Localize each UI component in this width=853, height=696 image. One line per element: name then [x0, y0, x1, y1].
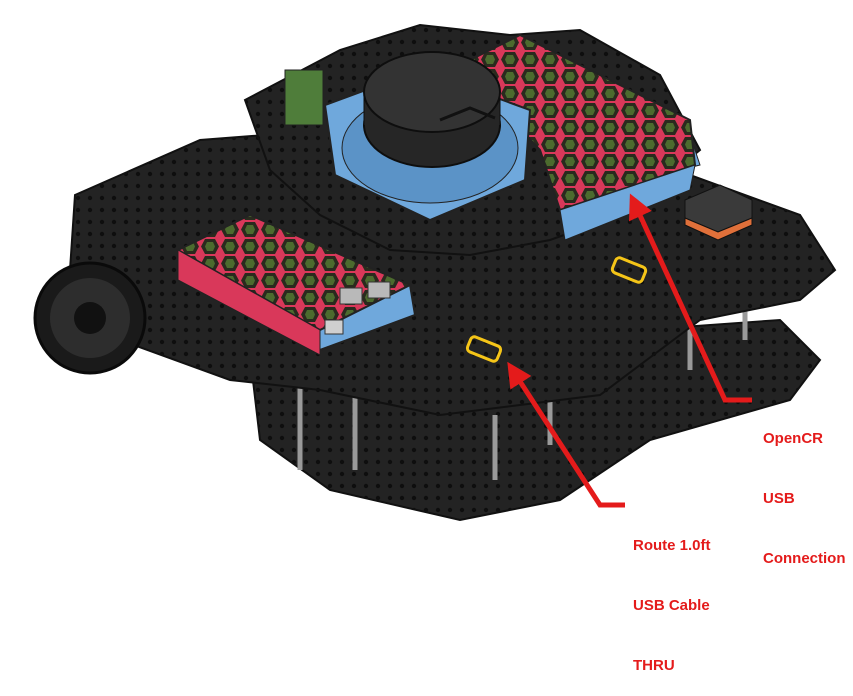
green-board — [284, 69, 324, 126]
robot-diagram — [33, 23, 837, 522]
callout-line: OpenCR — [763, 430, 823, 447]
left-wheel — [33, 261, 147, 375]
callout-line: USB Cable — [633, 597, 710, 614]
callout-line: Connection — [763, 550, 846, 567]
callout-line: USB — [763, 490, 795, 507]
callout-line: Route 1.0ft — [633, 537, 711, 554]
callout-line: THRU — [633, 657, 675, 674]
opencr-usb-callout: OpenCR USB Connection — [763, 389, 846, 589]
route-cable-callout: Route 1.0ft USB Cable THRU — [633, 496, 711, 696]
